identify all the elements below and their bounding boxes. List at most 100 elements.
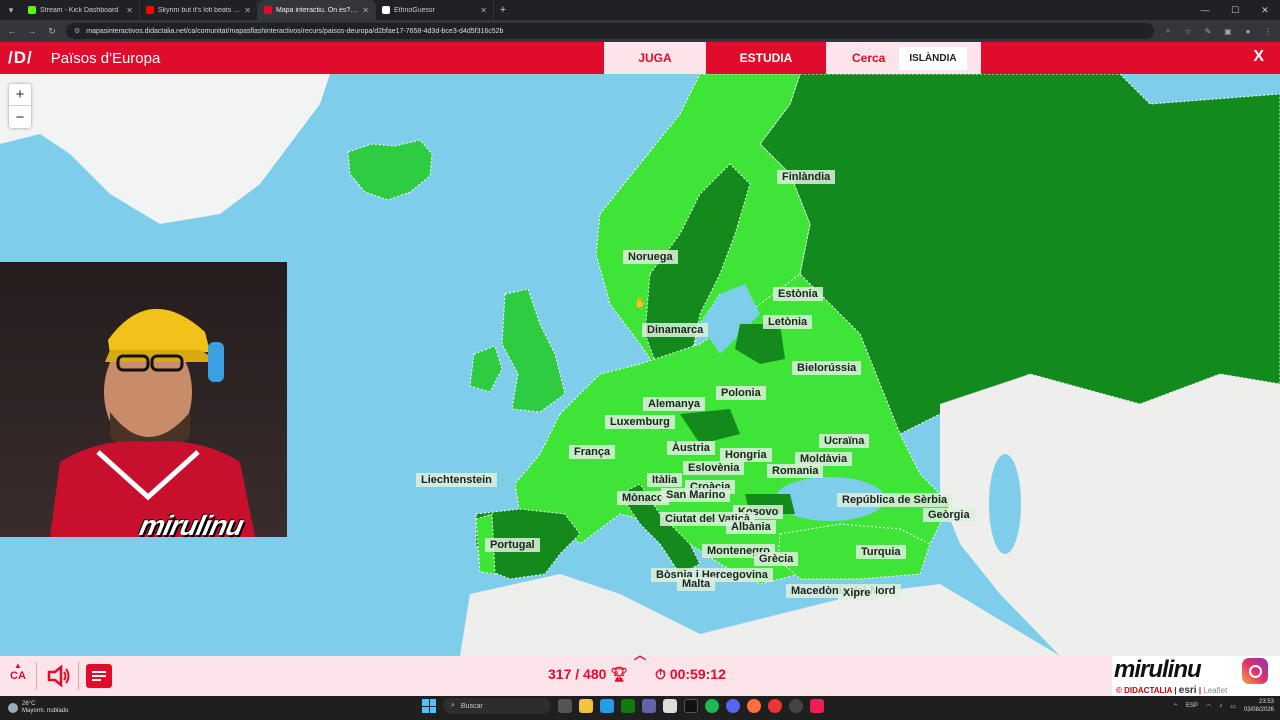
taskbar-search[interactable]: ⌕ Buscar <box>443 698 551 714</box>
language-indicator[interactable]: ESP <box>1186 703 1198 709</box>
country-label[interactable]: Geòrgia <box>923 508 975 522</box>
browser-tab[interactable]: Skyrim but it's lofi beats | N ✕ <box>140 0 258 20</box>
leaflet-credit[interactable]: Leaflet <box>1203 686 1227 695</box>
country-label[interactable]: Portugal <box>485 538 540 552</box>
country-label[interactable]: República de Sèrbia <box>837 493 953 507</box>
volume-icon[interactable]: ♪ <box>1219 703 1222 709</box>
didactalia-credit[interactable]: © DIDACTALIA <box>1116 686 1172 695</box>
reload-icon[interactable]: ↻ <box>46 26 58 37</box>
maximize-icon[interactable]: ☐ <box>1220 0 1250 20</box>
url-text: mapasinteractivos.didactalia.net/ca/comu… <box>86 27 504 35</box>
browser-menu-icon[interactable]: ⋮ <box>1262 27 1274 36</box>
wifi-icon[interactable]: ◠ <box>1206 703 1211 710</box>
tab-play[interactable]: JUGA <box>604 42 706 74</box>
browser-tab[interactable]: Mapa interactiu. On és? Països ✕ <box>258 0 376 20</box>
edge-icon[interactable] <box>600 699 614 713</box>
country-label[interactable]: Dinamarca <box>642 323 709 337</box>
tab-close-icon[interactable]: ✕ <box>362 6 369 15</box>
windows-start-icon[interactable] <box>422 699 436 713</box>
system-tray: ⌃ ESP ◠ ♪ ▭ 23:53 03/08/2026 <box>1173 698 1274 714</box>
country-label[interactable]: França <box>569 445 616 459</box>
minimize-icon[interactable]: — <box>1190 0 1220 20</box>
weather-widget[interactable]: 26°C Mayorm. nublado <box>8 701 68 715</box>
chat-icon[interactable] <box>86 664 112 688</box>
tab-title: EthnoGuessr <box>394 6 435 14</box>
country-label[interactable]: Xipre <box>838 586 876 600</box>
clock[interactable]: 23:53 03/08/2026 <box>1244 698 1274 714</box>
tab-close-icon[interactable]: ✕ <box>480 6 487 15</box>
country-label[interactable]: Romania <box>767 464 824 478</box>
browser-tab[interactable]: EthnoGuessr ✕ <box>376 0 494 20</box>
browser-tab[interactable]: Stream - Kick Dashboard ✕ <box>22 0 140 20</box>
country-label[interactable]: Noruega <box>623 250 678 264</box>
task-view-icon[interactable] <box>558 699 572 713</box>
spotify-icon[interactable] <box>705 699 719 713</box>
tiktok-live-icon[interactable] <box>810 699 824 713</box>
country-label[interactable]: Itàlia <box>647 473 683 487</box>
search-icon: ⌕ <box>451 702 455 709</box>
country-label[interactable]: Bielorússia <box>792 361 862 375</box>
browser-toolbar: ← → ↻ ⚙ mapasinteractivos.didactalia.net… <box>0 20 1280 42</box>
sound-toggle-icon[interactable] <box>46 664 72 688</box>
zoom-out-button[interactable]: − <box>9 106 31 128</box>
zoom-icon[interactable]: ⌕ <box>1162 26 1174 36</box>
battery-icon[interactable]: ▭ <box>1230 703 1236 710</box>
tab-study[interactable]: ESTUDIA <box>706 42 826 74</box>
bookmark-star-icon[interactable]: ☆ <box>1182 27 1194 36</box>
os-taskbar: 26°C Mayorm. nublado ⌕ Buscar ⌃ ESP ◠ ♪ … <box>0 696 1280 720</box>
file-explorer-icon[interactable] <box>579 699 593 713</box>
country-label[interactable]: Polonia <box>716 386 766 400</box>
country-label[interactable]: Albània <box>726 520 776 534</box>
xbox-icon[interactable] <box>621 699 635 713</box>
obs-icon[interactable] <box>789 699 803 713</box>
clock-time: 23:53 <box>1258 699 1274 705</box>
country-label[interactable]: Àustria <box>667 441 715 455</box>
country-label[interactable]: Malta <box>677 577 716 591</box>
country-label[interactable]: Hongria <box>720 448 772 462</box>
trophy-icon: 🏆︎ <box>610 666 629 682</box>
tab-search[interactable]: Cerca ISLÀNDIA <box>826 42 981 74</box>
extension-icon[interactable]: ✎ <box>1202 27 1214 36</box>
africa-land <box>460 574 1060 656</box>
country-label[interactable]: Finlàndia <box>777 170 836 184</box>
window-close-icon[interactable]: ✕ <box>1250 0 1280 20</box>
country-label[interactable]: Eslovènia <box>683 461 745 475</box>
language-selector[interactable]: ▲ CA <box>8 662 28 683</box>
chrome-icon[interactable] <box>768 699 782 713</box>
forward-icon[interactable]: → <box>26 26 38 36</box>
country-label[interactable]: Ucraïna <box>819 434 870 448</box>
didactalia-logo[interactable]: /D/ <box>8 48 33 68</box>
turkey-shape <box>777 523 931 580</box>
close-game-button[interactable]: X <box>1253 48 1264 66</box>
address-bar[interactable]: ⚙ mapasinteractivos.didactalia.net/ca/co… <box>66 23 1154 39</box>
score-counter: 317 / 480 🏆︎ <box>548 666 628 683</box>
weather-desc: Mayorm. nublado <box>22 708 69 714</box>
caspian-sea <box>989 454 1021 554</box>
tab-menu-icon[interactable]: ▾ <box>0 0 22 20</box>
new-tab-button[interactable]: + <box>494 0 512 20</box>
discord-icon[interactable] <box>726 699 740 713</box>
expand-chevron-icon[interactable]: ︿ <box>634 646 646 663</box>
esri-credit[interactable]: esri <box>1179 685 1197 696</box>
country-label[interactable]: Grècia <box>754 552 799 566</box>
tab-close-icon[interactable]: ✕ <box>126 6 133 15</box>
tiktok-icon[interactable] <box>684 699 698 713</box>
country-label[interactable]: Estònia <box>773 287 823 301</box>
profile-avatar-icon[interactable]: ● <box>1242 27 1254 36</box>
extensions-puzzle-icon[interactable]: ▣ <box>1222 27 1234 36</box>
country-label[interactable]: Luxemburg <box>605 415 675 429</box>
tray-chevron-icon[interactable]: ⌃ <box>1173 703 1178 710</box>
teams-icon[interactable] <box>642 699 656 713</box>
site-info-icon[interactable]: ⚙ <box>74 27 80 35</box>
country-label[interactable]: Turquia <box>856 545 906 559</box>
timer-value: 00:59:12 <box>669 666 726 682</box>
firefox-icon[interactable] <box>747 699 761 713</box>
tab-close-icon[interactable]: ✕ <box>244 6 251 15</box>
country-label[interactable]: San Marino <box>661 488 731 502</box>
country-label[interactable]: Letònia <box>763 315 813 329</box>
zoom-in-button[interactable]: + <box>9 84 31 106</box>
country-label[interactable]: Liechtenstein <box>416 473 497 487</box>
store-icon[interactable] <box>663 699 677 713</box>
back-icon[interactable]: ← <box>6 26 18 36</box>
country-label[interactable]: Alemanya <box>643 397 705 411</box>
